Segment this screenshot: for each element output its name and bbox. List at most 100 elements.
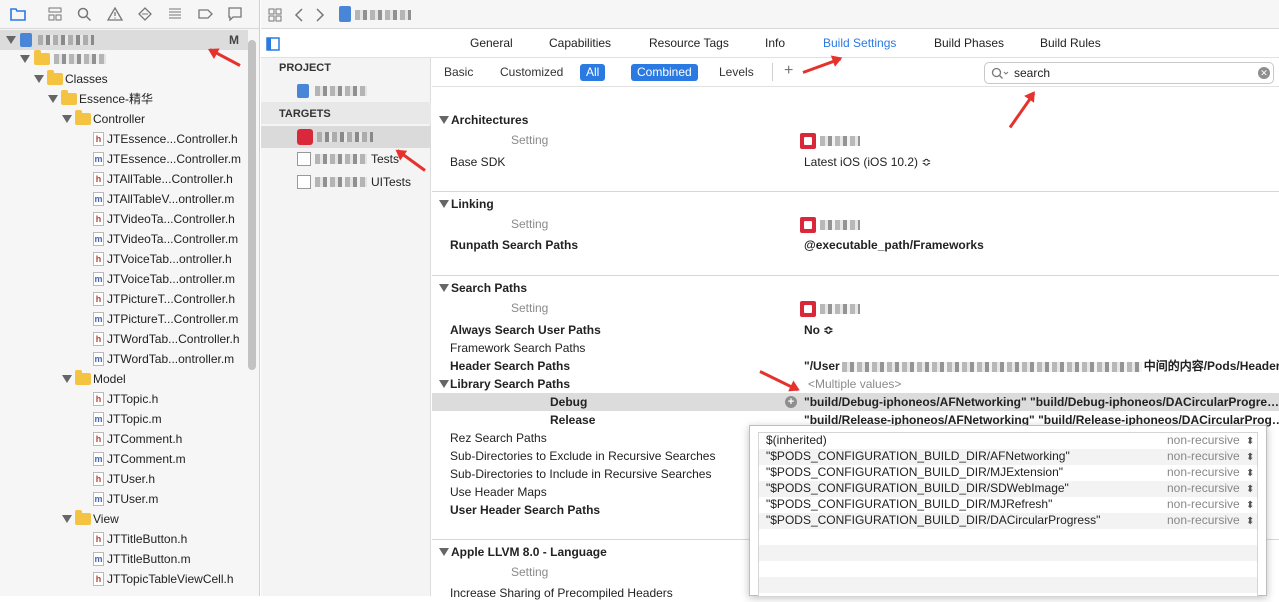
path-value[interactable]: "$PODS_CONFIGURATION_BUILD_DIR/SDWebImag… [766, 480, 1069, 496]
setting-library-debug[interactable]: Debug + "build/Debug-iphoneos/AFNetworki… [432, 393, 1279, 411]
path-row[interactable]: $(inherited) non-recursive ⬍ [758, 432, 1258, 448]
file-row[interactable]: m JTUser.m [0, 489, 248, 509]
file-row[interactable]: m JTPictureT...Controller.m [0, 309, 248, 329]
report-icon[interactable] [227, 7, 243, 21]
app-target-row[interactable] [261, 126, 431, 148]
file-row[interactable]: m JTAllTableV...ontroller.m [0, 189, 248, 209]
path-value[interactable]: "$PODS_CONFIGURATION_BUILD_DIR/MJExtensi… [766, 464, 1063, 480]
recursion-mode[interactable]: non-recursive [1167, 480, 1240, 496]
disclosure-triangle-icon[interactable] [62, 115, 72, 123]
debug-navigator-icon[interactable] [167, 7, 183, 21]
search-field[interactable]: search ✕ [984, 62, 1274, 84]
navigator-scrollbar[interactable] [248, 40, 256, 370]
controller-group-row[interactable]: Controller [0, 109, 248, 129]
disclosure-triangle-icon[interactable] [6, 36, 16, 44]
file-row[interactable]: h JTUser.h [0, 469, 248, 489]
recursion-mode[interactable]: non-recursive [1167, 464, 1240, 480]
path-row[interactable]: "$PODS_CONFIGURATION_BUILD_DIR/MJExtensi… [758, 464, 1258, 480]
file-row[interactable]: h JTPictureT...Controller.h [0, 289, 248, 309]
filter-customized[interactable]: Customized [494, 64, 569, 81]
essence-group-row[interactable]: Essence-精华 [0, 89, 248, 109]
path-row[interactable]: "$PODS_CONFIGURATION_BUILD_DIR/DACircula… [758, 512, 1258, 528]
recursion-mode[interactable]: non-recursive [1167, 496, 1240, 512]
setting-value[interactable]: <Multiple values> [808, 375, 901, 393]
tab-general[interactable]: General [470, 36, 513, 50]
tab-build-rules[interactable]: Build Rules [1040, 36, 1101, 50]
file-row[interactable]: h JTComment.h [0, 429, 248, 449]
clear-search-icon[interactable]: ✕ [1258, 67, 1270, 79]
path-value[interactable]: "$PODS_CONFIGURATION_BUILD_DIR/DACircula… [766, 512, 1100, 528]
disclosure-triangle-icon[interactable] [62, 515, 72, 523]
uitests-target-row[interactable]: UITests [297, 173, 431, 191]
add-condition-icon[interactable]: + [785, 396, 797, 408]
model-group-row[interactable]: Model [0, 369, 248, 389]
tab-capabilities[interactable]: Capabilities [549, 36, 611, 50]
path-row[interactable]: "$PODS_CONFIGURATION_BUILD_DIR/AFNetwork… [758, 448, 1258, 464]
file-row[interactable]: m JTTopic.m [0, 409, 248, 429]
view-group-row[interactable]: View [0, 509, 248, 529]
stepper-icon[interactable]: ⬍ [1246, 514, 1254, 530]
file-row[interactable]: m JTComment.m [0, 449, 248, 469]
path-value[interactable]: $(inherited) [766, 432, 827, 448]
setting-header-search[interactable]: Header Search Paths "/User 中间的内容/Pods/Hea… [432, 357, 1279, 375]
file-row[interactable]: h JTAllTable...Controller.h [0, 169, 248, 189]
back-icon[interactable] [294, 8, 304, 22]
disclosure-triangle-icon[interactable] [20, 55, 30, 63]
classes-group-row[interactable]: Classes [0, 69, 248, 89]
recursion-mode[interactable]: non-recursive [1167, 432, 1240, 448]
recursion-mode[interactable]: non-recursive [1167, 448, 1240, 464]
file-row[interactable]: h JTTitleButton.h [0, 529, 248, 549]
filter-levels[interactable]: Levels [713, 64, 760, 81]
related-items-icon[interactable] [268, 8, 282, 22]
file-row[interactable]: h JTVideoTa...Controller.h [0, 209, 248, 229]
path-value[interactable]: "$PODS_CONFIGURATION_BUILD_DIR/MJRefresh… [766, 496, 1052, 512]
filter-basic[interactable]: Basic [438, 64, 479, 81]
setting-value[interactable]: @executable_path/Frameworks [804, 236, 984, 254]
disclosure-triangle-icon[interactable] [48, 95, 58, 103]
section-architectures[interactable]: Architectures [432, 107, 1279, 133]
file-row[interactable]: m JTTitleButton.m [0, 549, 248, 569]
setting-value[interactable]: "/User 中间的内容/Pods/Headers… [804, 357, 1279, 375]
path-row[interactable]: "$PODS_CONFIGURATION_BUILD_DIR/MJRefresh… [758, 496, 1258, 512]
filter-combined[interactable]: Combined [631, 64, 698, 81]
setting-value[interactable]: Latest iOS (iOS 10.2) ≎ [804, 153, 931, 171]
symbol-navigator-icon[interactable] [47, 7, 63, 21]
disclosure-triangle-icon[interactable] [439, 380, 449, 388]
setting-runpath[interactable]: Runpath Search Paths @executable_path/Fr… [432, 236, 1279, 254]
file-row[interactable]: h JTTopic.h [0, 389, 248, 409]
file-row[interactable]: h JTWordTab...Controller.h [0, 329, 248, 349]
disclosure-triangle-icon[interactable] [62, 375, 72, 383]
breakpoint-icon[interactable] [197, 7, 213, 21]
setting-always-search[interactable]: Always Search User Paths No ≎ [432, 321, 1279, 339]
project-name-redacted[interactable] [355, 10, 411, 20]
show-targets-icon[interactable] [266, 37, 280, 51]
file-row[interactable]: m JTVoiceTab...ontroller.m [0, 269, 248, 289]
path-value[interactable]: "$PODS_CONFIGURATION_BUILD_DIR/AFNetwork… [766, 448, 1070, 464]
search-input[interactable]: search [1014, 66, 1050, 80]
forward-icon[interactable] [315, 8, 325, 22]
recursion-mode[interactable]: non-recursive [1167, 512, 1240, 528]
project-entry[interactable] [297, 82, 427, 100]
tab-build-settings[interactable]: Build Settings [823, 36, 896, 50]
setting-value[interactable]: No ≎ [804, 321, 833, 339]
path-row[interactable]: "$PODS_CONFIGURATION_BUILD_DIR/SDWebImag… [758, 480, 1258, 496]
file-row[interactable]: m JTEssence...Controller.m [0, 149, 248, 169]
file-row[interactable]: m JTVideoTa...Controller.m [0, 229, 248, 249]
file-row[interactable]: h JTTopicTableViewCell.h [0, 569, 248, 589]
file-row[interactable]: h JTEssence...Controller.h [0, 129, 248, 149]
filter-all[interactable]: All [580, 64, 606, 81]
test-navigator-icon[interactable] [137, 7, 153, 21]
search-icon[interactable] [77, 7, 93, 21]
section-search-paths[interactable]: Search Paths [432, 275, 1279, 301]
add-setting-button[interactable]: + [784, 62, 793, 80]
tab-build-phases[interactable]: Build Phases [934, 36, 1004, 50]
file-row[interactable]: h JTVoiceTab...ontroller.h [0, 249, 248, 269]
folder-icon[interactable] [10, 7, 26, 21]
tab-info[interactable]: Info [765, 36, 785, 50]
disclosure-triangle-icon[interactable] [34, 75, 44, 83]
tab-resource-tags[interactable]: Resource Tags [649, 36, 729, 50]
file-row[interactable]: m JTWordTab...ontroller.m [0, 349, 248, 369]
warning-icon[interactable] [107, 7, 123, 21]
project-icon[interactable] [339, 6, 351, 22]
setting-library-search[interactable]: Library Search Paths <Multiple values> [438, 375, 1279, 393]
